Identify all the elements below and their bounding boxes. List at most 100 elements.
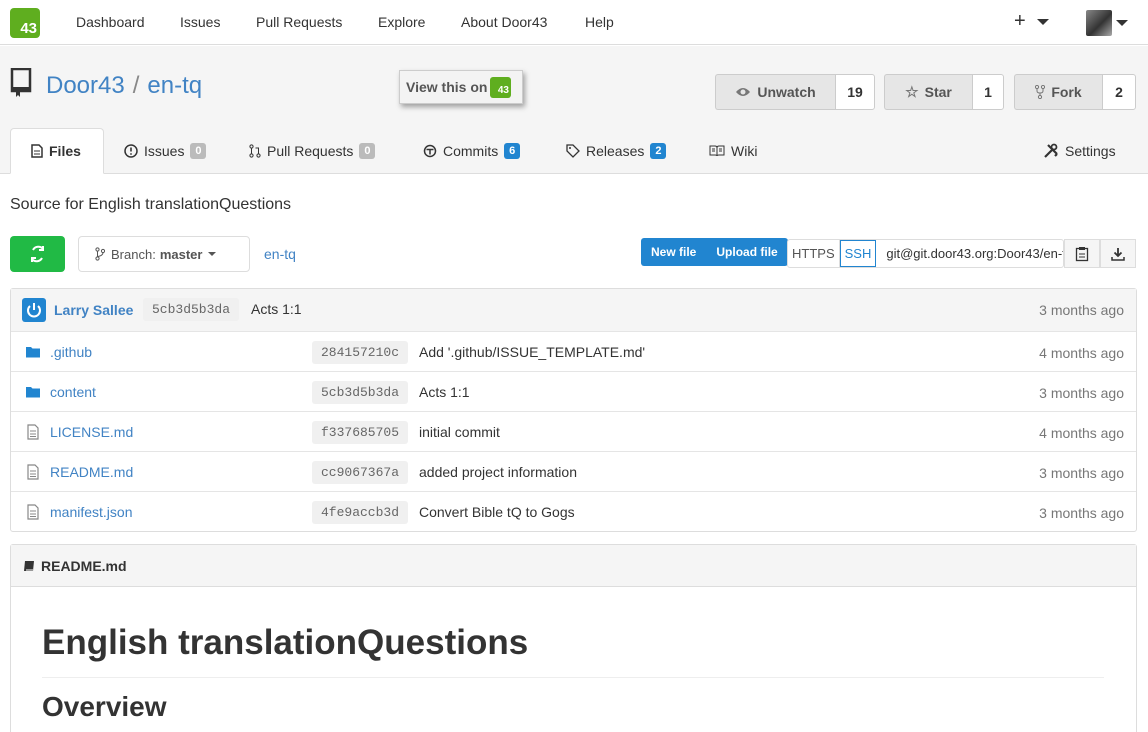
tab-issues[interactable]: Issues 0: [124, 128, 207, 174]
book-icon: [24, 560, 34, 571]
table-row[interactable]: .github 284157210c Add '.github/ISSUE_TE…: [11, 331, 1136, 371]
tab-pull-requests[interactable]: Pull Requests 0: [249, 128, 376, 174]
file-sha[interactable]: cc9067367a: [312, 461, 409, 484]
nav-pull-requests[interactable]: Pull Requests: [256, 14, 342, 30]
file-commit-message[interactable]: added project information: [419, 464, 577, 480]
https-button[interactable]: HTTPS: [788, 240, 840, 267]
folder-icon: [26, 387, 40, 398]
commit-sha[interactable]: 5cb3d5b3da: [143, 298, 240, 321]
repo-separator: /: [132, 72, 140, 99]
star-button[interactable]: ☆ Star: [884, 74, 972, 110]
fork-group: Fork 2: [1014, 74, 1136, 110]
folder-icon: [26, 347, 40, 358]
file-sha[interactable]: 5cb3d5b3da: [312, 381, 409, 404]
watch-group: Unwatch 19: [715, 74, 875, 110]
readme-panel: README.md English translationQuestions O…: [10, 544, 1137, 732]
user-avatar[interactable]: [1086, 10, 1112, 36]
nav-about-door43[interactable]: About Door43: [461, 14, 547, 30]
create-new-menu[interactable]: +: [1014, 10, 1050, 33]
commit-time: 3 months ago: [1039, 302, 1124, 318]
file-time: 3 months ago: [1039, 465, 1124, 481]
view-on-door43-button[interactable]: View this on 43: [399, 70, 523, 104]
file-time: 3 months ago: [1039, 385, 1124, 401]
file-name[interactable]: LICENSE.md: [50, 424, 133, 440]
file-commit-message[interactable]: initial commit: [419, 424, 500, 440]
pull-request-icon: [249, 144, 261, 158]
door43-mini-logo: 43: [490, 77, 511, 98]
table-row[interactable]: LICENSE.md f337685705 initial commit 4 m…: [11, 411, 1136, 451]
branch-prefix: Branch:: [111, 246, 156, 262]
compare-button[interactable]: [10, 236, 65, 272]
releases-count-badge: 2: [650, 143, 667, 159]
file-sha[interactable]: 4fe9accb3d: [312, 501, 409, 524]
tab-files[interactable]: Files: [10, 128, 104, 174]
readme-subheading: Overview: [42, 691, 167, 722]
file-text-icon: [27, 464, 39, 480]
door43-logo[interactable]: 43: [10, 8, 40, 38]
file-commit-message[interactable]: Acts 1:1: [419, 384, 470, 400]
tab-releases[interactable]: Releases 2: [566, 128, 667, 174]
tab-settings[interactable]: Settings: [1043, 128, 1116, 174]
download-button[interactable]: [1100, 239, 1136, 268]
file-commit-message[interactable]: Add '.github/ISSUE_TEMPLATE.md': [419, 344, 645, 360]
latest-commit-row: Larry Sallee 5cb3d5b3da Acts 1:1 3 month…: [11, 289, 1136, 331]
file-sha[interactable]: 284157210c: [312, 341, 409, 364]
repo-owner-link[interactable]: Door43: [46, 72, 125, 99]
clipboard-icon: [1075, 246, 1089, 261]
chevron-down-icon[interactable]: [1116, 20, 1128, 26]
sync-icon: [31, 245, 44, 263]
tag-icon: [566, 144, 580, 158]
file-time: 4 months ago: [1039, 425, 1124, 441]
commit-icon: [423, 144, 437, 158]
branch-name: master: [159, 246, 203, 262]
chevron-down-icon: [208, 252, 217, 256]
readme-filename: README.md: [41, 557, 127, 574]
repo-name-link[interactable]: en-tq: [147, 72, 202, 99]
tools-icon: [1044, 143, 1058, 158]
issue-icon: [124, 144, 138, 158]
file-name[interactable]: manifest.json: [50, 504, 132, 520]
new-file-button[interactable]: New file: [641, 238, 706, 266]
breadcrumb-repo[interactable]: en-tq: [264, 246, 296, 262]
star-icon: ☆: [905, 84, 919, 101]
file-table: Larry Sallee 5cb3d5b3da Acts 1:1 3 month…: [10, 288, 1137, 532]
book-icon: [709, 145, 725, 157]
file-name[interactable]: content: [50, 384, 96, 400]
nav-issues[interactable]: Issues: [180, 14, 220, 30]
file-name[interactable]: README.md: [50, 464, 133, 480]
nav-dashboard[interactable]: Dashboard: [76, 14, 145, 30]
repo-icon: [10, 68, 32, 97]
commit-message[interactable]: Acts 1:1: [251, 301, 302, 317]
issues-count-badge: 0: [190, 143, 207, 159]
clone-url-input[interactable]: git@git.door43.org:Door43/en-tq.git: [876, 240, 1063, 267]
upload-file-button[interactable]: Upload file: [706, 238, 787, 266]
committer-avatar[interactable]: [22, 298, 46, 322]
clone-url-box: HTTPS SSH git@git.door43.org:Door43/en-t…: [787, 239, 1065, 268]
star-count[interactable]: 1: [972, 74, 1004, 110]
fork-button[interactable]: Fork: [1014, 74, 1102, 110]
unwatch-button[interactable]: Unwatch: [715, 74, 835, 110]
table-row[interactable]: manifest.json 4fe9accb3d Convert Bible t…: [11, 491, 1136, 531]
repo-tabs: Files Issues 0 Pull Requests 0 Commits 6…: [0, 128, 1148, 174]
pull-requests-count-badge: 0: [359, 143, 376, 159]
power-icon: [27, 303, 41, 318]
repo-title: Door43 / en-tq: [46, 72, 202, 100]
nav-explore[interactable]: Explore: [378, 14, 425, 30]
readme-heading: English translationQuestions: [42, 623, 1104, 678]
branch-dropdown[interactable]: Branch: master: [78, 236, 250, 272]
table-row[interactable]: README.md cc9067367a added project infor…: [11, 451, 1136, 491]
watch-count[interactable]: 19: [835, 74, 875, 110]
ssh-button[interactable]: SSH: [839, 240, 877, 267]
file-name[interactable]: .github: [50, 344, 92, 360]
file-time: 3 months ago: [1039, 505, 1124, 521]
nav-help[interactable]: Help: [585, 14, 614, 30]
tab-wiki[interactable]: Wiki: [709, 128, 757, 174]
file-commit-message[interactable]: Convert Bible tQ to Gogs: [419, 504, 575, 520]
fork-count[interactable]: 2: [1102, 74, 1136, 110]
file-sha[interactable]: f337685705: [312, 421, 409, 444]
table-row[interactable]: content 5cb3d5b3da Acts 1:1 3 months ago: [11, 371, 1136, 411]
file-time: 4 months ago: [1039, 345, 1124, 361]
tab-commits[interactable]: Commits 6: [423, 128, 521, 174]
copy-url-button[interactable]: [1064, 239, 1100, 268]
commit-author[interactable]: Larry Sallee: [54, 302, 133, 318]
